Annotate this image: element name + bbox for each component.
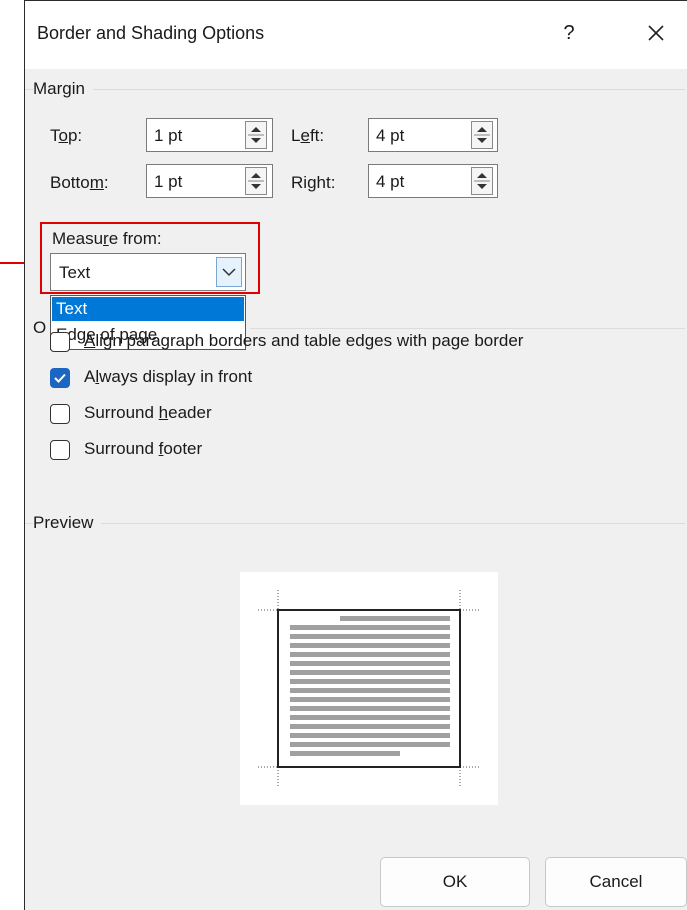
- top-spinner[interactable]: 1 pt: [146, 118, 273, 152]
- bottom-spinner[interactable]: 1 pt: [146, 164, 273, 198]
- close-icon: [648, 25, 664, 41]
- dialog-title: Border and Shading Options: [37, 23, 265, 43]
- title-bar: Border and Shading Options ?: [25, 1, 687, 69]
- checkbox-box[interactable]: [50, 368, 70, 388]
- checkbox-label: Always display in front: [84, 367, 253, 386]
- checkbox-label: Surround footer: [84, 439, 203, 458]
- spin-arrows-icon: [474, 127, 490, 143]
- measure-from-value: Text: [59, 263, 91, 282]
- bottom-label: Bottom:: [50, 173, 109, 192]
- options-group-line: [250, 328, 685, 329]
- left-label: Left:: [291, 126, 325, 145]
- spin-arrows-icon: [248, 127, 264, 143]
- chevron-down-icon: [222, 268, 236, 277]
- right-value: 4 pt: [376, 172, 405, 191]
- top-spin-buttons[interactable]: [245, 121, 267, 149]
- left-value: 4 pt: [376, 126, 405, 145]
- spin-arrows-icon: [248, 173, 264, 189]
- checkbox-label: Surround header: [84, 403, 212, 422]
- ok-button[interactable]: OK: [380, 857, 530, 907]
- spin-arrows-icon: [474, 173, 490, 189]
- top-value: 1 pt: [154, 126, 183, 145]
- dropdown-option-text[interactable]: Text: [52, 297, 244, 321]
- right-label: Right:: [291, 173, 336, 192]
- bottom-spin-buttons[interactable]: [245, 167, 267, 195]
- help-button[interactable]: ?: [557, 18, 581, 48]
- preview-group-label: Preview: [33, 513, 102, 533]
- right-spin-buttons[interactable]: [471, 167, 493, 195]
- check-icon: [54, 373, 66, 383]
- measure-from-dropdown-button[interactable]: [216, 257, 242, 287]
- checkbox-box[interactable]: [50, 440, 70, 460]
- close-button[interactable]: [639, 16, 673, 50]
- measure-from-combo[interactable]: Text: [50, 253, 246, 291]
- checkbox-label: Align paragraph borders and table edges …: [84, 331, 524, 350]
- left-spinner[interactable]: 4 pt: [368, 118, 498, 152]
- bottom-value: 1 pt: [154, 172, 183, 191]
- margin-group-label: Margin: [33, 79, 93, 99]
- top-label: Top:: [50, 126, 83, 145]
- right-spinner[interactable]: 4 pt: [368, 164, 498, 198]
- margin-group-line: [25, 89, 685, 90]
- checkbox-box[interactable]: [50, 404, 70, 424]
- preview-group-line: [25, 523, 685, 524]
- cancel-button[interactable]: Cancel: [545, 857, 687, 907]
- page-preview-image: [258, 590, 480, 787]
- measure-from-label: Measure from:: [52, 229, 162, 248]
- checkbox-box[interactable]: [50, 332, 70, 352]
- preview-panel: [240, 572, 498, 805]
- left-spin-buttons[interactable]: [471, 121, 493, 149]
